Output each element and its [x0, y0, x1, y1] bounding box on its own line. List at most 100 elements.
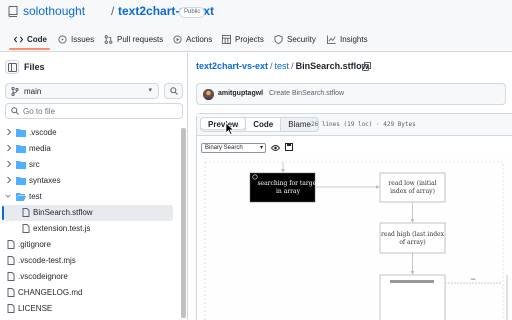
tab-projects[interactable]: Projects	[222, 32, 264, 46]
repo-separator: /	[111, 4, 115, 18]
tree-folder-syntaxes[interactable]: syntaxes	[2, 173, 173, 189]
tree-file-vscodeignore[interactable]: .vscodeignore	[2, 269, 173, 285]
search-files-button[interactable]	[164, 83, 183, 99]
folder-open-icon	[16, 193, 26, 201]
active-tab-indicator	[9, 48, 50, 50]
file-viewer: Preview Code Blame 26 lines (19 loc) · 4…	[196, 113, 512, 320]
flow-node-start[interactable]: searching for target in array	[249, 172, 319, 203]
code-button[interactable]: Code	[245, 118, 282, 131]
tree-folder-test[interactable]: test	[2, 189, 173, 205]
visibility-badge: Public	[179, 7, 206, 18]
table-icon	[222, 34, 231, 44]
tab-pull-requests[interactable]: Pull requests	[104, 32, 163, 46]
tab-insights[interactable]: Insights	[327, 32, 368, 46]
folder-icon	[16, 177, 26, 185]
tree-file-vscode-test[interactable]: .vscode-test.mjs	[2, 253, 173, 269]
flow-node-text: of array)	[399, 239, 425, 246]
shield-icon	[274, 34, 283, 44]
save-icon[interactable]	[285, 143, 293, 151]
tree-file-extension-test[interactable]: extension.test.js	[2, 221, 173, 237]
sidebar-scrollbar[interactable]	[181, 128, 186, 318]
latest-commit-box: amitguptagwl Create BinSearch.stflow	[196, 83, 506, 105]
tab-security[interactable]: Security	[274, 32, 316, 46]
branch-selector[interactable]: main ▾	[5, 83, 159, 99]
collapse-sidebar-button[interactable]	[5, 60, 19, 74]
diagram-select-value: Binary Search	[205, 145, 243, 151]
view-mode-toggle: Preview Code Blame	[200, 117, 319, 132]
chevron-right-icon	[7, 176, 12, 184]
tab-code-label: Code	[27, 34, 47, 44]
preview-button[interactable]: Preview	[200, 117, 247, 130]
go-to-file-input[interactable]	[23, 106, 173, 117]
flow-node-text: read high (last index	[381, 231, 445, 238]
copy-icon[interactable]	[362, 62, 371, 71]
commit-author-link[interactable]: amitguptagwl	[218, 90, 263, 97]
tab-code[interactable]: Code	[14, 32, 47, 46]
branch-icon	[11, 87, 19, 96]
tree-item-label: CHANGELOG.md	[18, 288, 83, 297]
play-icon	[173, 34, 182, 44]
tree-item-label: .vscodeignore	[18, 272, 68, 281]
file-icon	[7, 272, 15, 281]
branch-label: main	[24, 87, 42, 96]
diagram-select[interactable]: Binary Search ▾	[201, 143, 266, 153]
tree-item-label: media	[29, 144, 51, 153]
graph-icon	[327, 34, 336, 44]
tab-actions-label: Actions	[186, 34, 213, 44]
tree-item-label: extension.test.js	[33, 224, 91, 233]
avatar[interactable]	[203, 89, 214, 100]
repo-owner-link[interactable]: solothought	[23, 4, 85, 18]
tree-file-binsearch[interactable]: BinSearch.stflow	[2, 205, 173, 221]
repo-header: solothought / text2chart-vs-ext Public	[0, 0, 512, 26]
file-icon	[7, 288, 15, 297]
tree-file-license[interactable]: LICENSE	[2, 301, 173, 317]
tree-item-label: test	[29, 192, 42, 201]
file-tree-sidebar: Files main ▾ .vscode media src syntaxes …	[0, 53, 188, 320]
tab-projects-label: Projects	[235, 34, 264, 44]
flow-node-loop[interactable]	[379, 274, 446, 320]
breadcrumb-repo-link[interactable]: text2chart-vs-ext	[196, 61, 268, 71]
go-to-file-field[interactable]	[5, 103, 183, 119]
canvas-grid	[197, 158, 512, 320]
tree-item-label: .gitignore	[18, 240, 51, 249]
tree-folder-media[interactable]: media	[2, 141, 173, 157]
flow-edge-label: Yes	[471, 277, 476, 281]
flow-node-text: searching for target	[257, 180, 319, 187]
sidebar-collapse-icon	[8, 63, 17, 72]
tree-folder-src[interactable]: src	[2, 157, 173, 173]
chevron-right-icon	[7, 160, 12, 168]
tab-security-label: Security	[287, 34, 316, 44]
eye-icon[interactable]	[271, 144, 280, 152]
breadcrumb-file: BinSearch.stflow	[295, 61, 369, 71]
tab-actions[interactable]: Actions	[173, 32, 212, 46]
file-icon	[7, 240, 15, 249]
flow-node-read-high[interactable]: read high (last index of array)	[379, 222, 446, 254]
flowchart-canvas: searching for target in array read low (…	[197, 158, 512, 320]
pull-request-icon	[104, 34, 113, 44]
tree-item-label: syntaxes	[29, 176, 61, 185]
file-icon	[22, 208, 30, 217]
tab-insights-label: Insights	[340, 34, 368, 44]
tree-item-label: LICENSE	[18, 304, 53, 313]
commit-message-link[interactable]: Create BinSearch.stflow	[269, 90, 344, 97]
flow-node-text: read low (initial	[388, 180, 436, 187]
tab-pull-requests-label: Pull requests	[117, 34, 164, 44]
search-icon	[170, 87, 178, 95]
tab-issues-label: Issues	[71, 34, 95, 44]
code-icon	[14, 35, 23, 43]
selected-indicator	[2, 206, 4, 220]
chevron-down-icon	[5, 194, 11, 198]
file-icon	[22, 224, 30, 233]
tab-issues[interactable]: Issues	[58, 32, 94, 46]
tree-item-label: .vscode-test.mjs	[18, 256, 76, 265]
repo-icon	[8, 6, 18, 17]
tree-file-changelog[interactable]: CHANGELOG.md	[2, 285, 173, 301]
flow-node-read-low[interactable]: read low (initial index of array)	[379, 172, 446, 203]
tree-file-gitignore[interactable]: .gitignore	[2, 237, 173, 253]
breadcrumb-separator: /	[291, 61, 294, 71]
issue-icon	[58, 34, 67, 44]
folder-icon	[16, 161, 26, 169]
mouse-cursor-icon	[225, 122, 235, 135]
tree-folder-vscode[interactable]: .vscode	[2, 125, 173, 141]
breadcrumb-folder-link[interactable]: test	[275, 61, 290, 71]
